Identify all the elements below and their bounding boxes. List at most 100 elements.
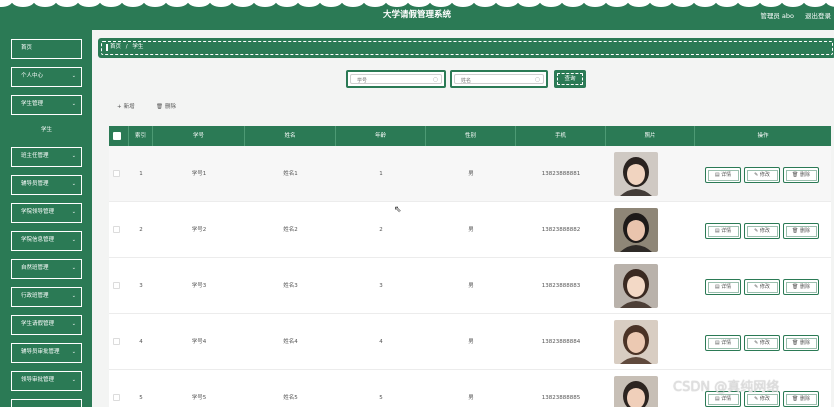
student-photo[interactable] xyxy=(614,152,658,196)
sidebar-item-personal-center[interactable]: 个人中心 ⌄ xyxy=(11,67,82,87)
chevron-down-icon: ⌄ xyxy=(71,321,76,327)
sidebar-item-leader-approval[interactable]: 领导审批管理 ⌄ xyxy=(11,371,82,391)
cell-gender: 男 xyxy=(468,283,474,289)
query-button-label: 查询 xyxy=(564,76,576,82)
column-header-index: 索引 xyxy=(129,126,153,146)
delete-button[interactable]: 🗑 删除 xyxy=(783,335,819,351)
cell-phone: 13823888885 xyxy=(541,395,581,401)
delete-button[interactable]: 🗑 删除 xyxy=(783,167,819,183)
sidebar-subitem-student[interactable]: 学生 xyxy=(11,120,82,140)
detail-button[interactable]: ▤ 详情 xyxy=(705,279,741,295)
sidebar-item-home[interactable]: 首页 xyxy=(11,39,82,59)
edit-button[interactable]: ✎ 修改 xyxy=(744,223,780,239)
watermark: CSDN @真纯网络 xyxy=(673,380,780,395)
sidebar-item-label: 学生请假管理 xyxy=(21,321,55,327)
student-id-search[interactable]: ○ xyxy=(346,70,446,88)
chevron-down-icon: ⌄ xyxy=(71,73,76,79)
edit-button[interactable]: ✎ 修改 xyxy=(744,335,780,351)
row-checkbox[interactable] xyxy=(113,338,120,345)
sidebar-item-label: 自然班管理 xyxy=(21,265,49,271)
add-button[interactable]: + 新增 xyxy=(117,102,135,110)
student-photo[interactable] xyxy=(614,264,658,308)
cell-student-id: 学号2 xyxy=(191,227,207,233)
batch-delete-button[interactable]: 🗑 删除 xyxy=(156,102,176,110)
edit-button[interactable]: ✎ 修改 xyxy=(744,279,780,295)
row-checkbox[interactable] xyxy=(113,226,120,233)
delete-button[interactable]: 🗑 删除 xyxy=(783,391,819,407)
sidebar-item-label: 行政班管理 xyxy=(21,293,49,299)
cell-student-id: 学号4 xyxy=(191,339,207,345)
cell-name: 姓名3 xyxy=(283,283,298,289)
breadcrumb-separator: / xyxy=(125,44,128,50)
cell-index: 5 xyxy=(139,395,143,401)
row-checkbox[interactable] xyxy=(113,394,120,401)
sidebar: 首页 个人中心 ⌄ 学生管理 ⌄ 学生 班主任管理 ⌄ 辅导员管理 ⌄ 学院领导… xyxy=(0,30,92,407)
cell-name: 姓名4 xyxy=(283,339,298,345)
cell-name: 姓名2 xyxy=(283,227,298,233)
cell-age: 2 xyxy=(379,227,383,233)
name-input[interactable] xyxy=(461,76,531,85)
sidebar-item-counselor[interactable]: 辅导员管理 ⌄ xyxy=(11,175,82,195)
chevron-down-icon: ⌄ xyxy=(71,209,76,215)
cell-gender: 男 xyxy=(468,395,474,401)
chevron-down-icon: ⌄ xyxy=(71,153,76,159)
sidebar-item-head-teacher[interactable]: 班主任管理 ⌄ xyxy=(11,147,82,167)
row-checkbox[interactable] xyxy=(113,282,120,289)
detail-button[interactable]: ▤ 详情 xyxy=(705,223,741,239)
detail-button[interactable]: ▤ 详情 xyxy=(705,167,741,183)
column-header-name: 姓名 xyxy=(245,126,336,146)
table-row: 2 学号2 姓名2 2 男 13823888882 ▤ 详情 ✎ 修改 🗑 删除 xyxy=(109,202,831,258)
cell-index: 3 xyxy=(139,283,143,289)
select-all-checkbox[interactable] xyxy=(113,132,121,140)
student-id-input[interactable] xyxy=(357,76,427,85)
chevron-down-icon: ⌄ xyxy=(71,349,76,355)
trash-icon: 🗑 xyxy=(156,104,163,110)
breadcrumb: 首页 / 学生 xyxy=(98,38,834,58)
sidebar-item-college-leader[interactable]: 学院领导管理 ⌄ xyxy=(11,203,82,223)
cell-index: 4 xyxy=(139,339,143,345)
cell-gender: 男 xyxy=(468,227,474,233)
column-header-gender: 性别 xyxy=(426,126,516,146)
logout-link[interactable]: 退出登录 xyxy=(805,10,831,20)
cell-phone: 13823888883 xyxy=(541,283,581,289)
sidebar-item-more[interactable] xyxy=(11,399,82,407)
avatar xyxy=(614,208,658,252)
chevron-down-icon: ⌄ xyxy=(71,181,76,187)
detail-button[interactable]: ▤ 详情 xyxy=(705,335,741,351)
cell-student-id: 学号1 xyxy=(191,171,207,177)
chevron-down-icon: ⌄ xyxy=(71,293,76,299)
sidebar-item-admin-class[interactable]: 行政班管理 ⌄ xyxy=(11,287,82,307)
row-checkbox[interactable] xyxy=(113,170,120,177)
student-photo[interactable] xyxy=(614,320,658,364)
app-header: 大学请假管理系统 管理员 abo 退出登录 xyxy=(0,0,834,30)
sidebar-item-label: 辅导员管理 xyxy=(21,181,49,187)
avatar xyxy=(614,152,658,196)
table-row: 4 学号4 姓名4 4 男 13823888884 ▤ 详情 ✎ 修改 🗑 删除 xyxy=(109,314,831,370)
search-icon: ○ xyxy=(534,76,540,83)
cell-gender: 男 xyxy=(468,171,474,177)
query-button[interactable]: 查询 xyxy=(554,70,586,88)
cell-phone: 13823888882 xyxy=(541,227,581,233)
sidebar-item-label: 个人中心 xyxy=(21,73,44,79)
sidebar-item-counselor-approval[interactable]: 辅导员审批管理 ⌄ xyxy=(11,343,82,363)
sidebar-item-label: 首页 xyxy=(21,45,33,51)
sidebar-item-label: 学院信息管理 xyxy=(21,237,55,243)
plus-icon: + xyxy=(117,104,122,110)
breadcrumb-home[interactable]: 首页 xyxy=(110,44,121,50)
chevron-down-icon: ⌄ xyxy=(71,237,76,243)
sidebar-item-student-management[interactable]: 学生管理 ⌄ xyxy=(11,95,82,115)
delete-button[interactable]: 🗑 删除 xyxy=(783,223,819,239)
cell-age: 4 xyxy=(379,339,383,345)
student-photo[interactable] xyxy=(614,376,658,407)
edit-button[interactable]: ✎ 修改 xyxy=(744,167,780,183)
sidebar-item-label: 领导审批管理 xyxy=(21,377,55,383)
column-header-age: 年龄 xyxy=(336,126,426,146)
name-search[interactable]: ○ xyxy=(450,70,548,88)
sidebar-item-natural-class[interactable]: 自然班管理 ⌄ xyxy=(11,259,82,279)
current-user: 管理员 abo xyxy=(760,12,794,20)
delete-button[interactable]: 🗑 删除 xyxy=(783,279,819,295)
sidebar-item-student-leave[interactable]: 学生请假管理 ⌄ xyxy=(11,315,82,335)
sidebar-item-college-info[interactable]: 学院信息管理 ⌄ xyxy=(11,231,82,251)
student-photo[interactable] xyxy=(614,208,658,252)
cell-student-id: 学号5 xyxy=(191,395,207,401)
